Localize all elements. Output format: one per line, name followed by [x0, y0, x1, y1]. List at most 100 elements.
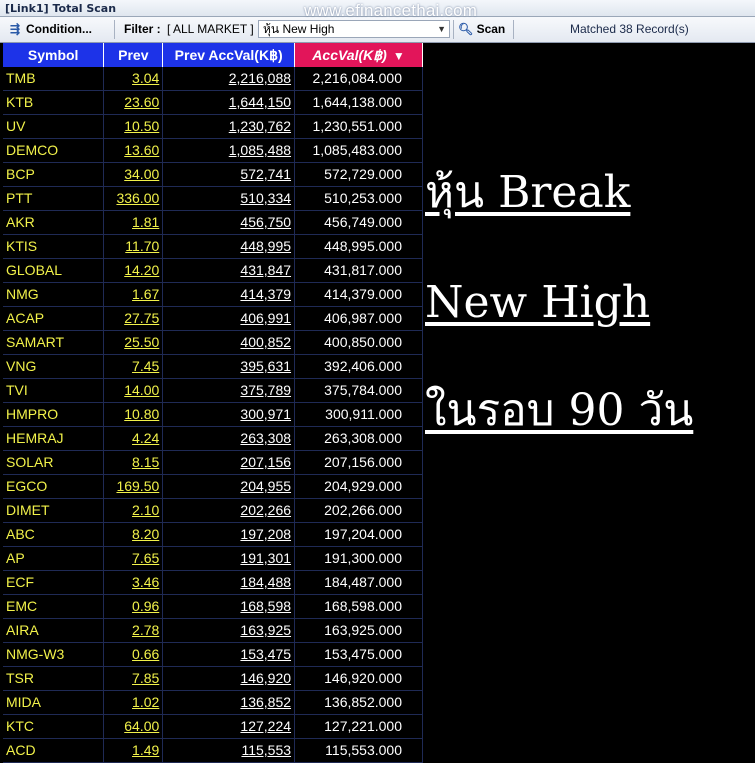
symbol-cell: KTB	[3, 90, 105, 115]
table-row[interactable]: TSR 7.85 146,920 146,920.000	[3, 666, 423, 691]
table-row[interactable]: AIRA 2.78 163,925 163,925.000	[3, 618, 423, 643]
prev-accval-cell[interactable]: 204,955	[162, 474, 296, 499]
prev-cell[interactable]: 1.67	[103, 282, 164, 307]
matched-count: Matched 38 Record(s)	[570, 22, 689, 36]
prev-accval-cell[interactable]: 375,789	[162, 378, 296, 403]
prev-cell[interactable]: 10.50	[103, 114, 164, 139]
prev-accval-cell[interactable]: 127,224	[162, 714, 296, 739]
prev-accval-cell[interactable]: 2,216,088	[162, 67, 296, 91]
scan-button[interactable]: 🔍︎ Scan	[458, 20, 505, 39]
scan-type-combo[interactable]: หุ้น New High ▼	[258, 20, 450, 38]
table-row[interactable]: ABC 8.20 197,208 197,204.000	[3, 522, 423, 547]
table-row[interactable]: ACD 1.49 115,553 115,553.000	[3, 738, 423, 763]
prev-accval-cell[interactable]: 207,156	[162, 450, 296, 475]
prev-cell[interactable]: 11.70	[103, 234, 164, 259]
column-header-prev-accval[interactable]: Prev AccVal(K฿)	[162, 43, 296, 67]
prev-cell[interactable]: 0.96	[103, 594, 164, 619]
prev-accval-cell[interactable]: 146,920	[162, 666, 296, 691]
prev-cell[interactable]: 8.20	[103, 522, 164, 547]
table-row[interactable]: TVI 14.00 375,789 375,784.000	[3, 378, 423, 403]
prev-cell[interactable]: 2.10	[103, 498, 164, 523]
column-header-symbol[interactable]: Symbol	[3, 43, 105, 67]
table-row[interactable]: VNG 7.45 395,631 392,406.000	[3, 354, 423, 379]
prev-accval-cell[interactable]: 168,598	[162, 594, 296, 619]
prev-cell[interactable]: 336.00	[103, 186, 164, 211]
table-row[interactable]: EGCO 169.50 204,955 204,929.000	[3, 474, 423, 499]
prev-accval-cell[interactable]: 431,847	[162, 258, 296, 283]
prev-cell[interactable]: 14.20	[103, 258, 164, 283]
table-row[interactable]: EMC 0.96 168,598 168,598.000	[3, 594, 423, 619]
prev-cell[interactable]: 10.80	[103, 402, 164, 427]
column-header-accval[interactable]: AccVal(K฿) ▼	[294, 43, 423, 67]
prev-cell[interactable]: 169.50	[103, 474, 164, 499]
table-row[interactable]: AKR 1.81 456,750 456,749.000	[3, 210, 423, 235]
prev-accval-cell[interactable]: 1,644,150	[162, 90, 296, 115]
table-row[interactable]: HMPRO 10.80 300,971 300,911.000	[3, 402, 423, 427]
prev-cell[interactable]: 23.60	[103, 90, 164, 115]
table-row[interactable]: ECF 3.46 184,488 184,487.000	[3, 570, 423, 595]
prev-accval-cell[interactable]: 153,475	[162, 642, 296, 667]
prev-cell[interactable]: 8.15	[103, 450, 164, 475]
filter-market-value[interactable]: [ ALL MARKET ]	[167, 20, 254, 39]
condition-button[interactable]: ⇶ Condition...	[10, 20, 92, 39]
prev-accval-cell[interactable]: 184,488	[162, 570, 296, 595]
prev-accval-cell[interactable]: 1,085,488	[162, 138, 296, 163]
prev-accval-cell[interactable]: 448,995	[162, 234, 296, 259]
prev-cell[interactable]: 25.50	[103, 330, 164, 355]
table-row[interactable]: KTB 23.60 1,644,150 1,644,138.000	[3, 90, 423, 115]
prev-cell[interactable]: 3.04	[103, 67, 164, 91]
prev-accval-cell[interactable]: 202,266	[162, 498, 296, 523]
sort-descending-icon: ▼	[392, 48, 405, 63]
table-row[interactable]: KTIS 11.70 448,995 448,995.000	[3, 234, 423, 259]
prev-accval-cell[interactable]: 136,852	[162, 690, 296, 715]
prev-accval-cell[interactable]: 572,741	[162, 162, 296, 187]
prev-accval-cell[interactable]: 191,301	[162, 546, 296, 571]
table-row[interactable]: ACAP 27.75 406,991 406,987.000	[3, 306, 423, 331]
prev-cell[interactable]: 13.60	[103, 138, 164, 163]
table-row[interactable]: DIMET 2.10 202,266 202,266.000	[3, 498, 423, 523]
prev-accval-cell[interactable]: 263,308	[162, 426, 296, 451]
prev-accval-cell[interactable]: 510,334	[162, 186, 296, 211]
table-row[interactable]: AP 7.65 191,301 191,300.000	[3, 546, 423, 571]
table-row[interactable]: KTC 64.00 127,224 127,221.000	[3, 714, 423, 739]
column-header-prev[interactable]: Prev	[103, 43, 164, 67]
table-row[interactable]: TMB 3.04 2,216,088 2,216,084.000	[3, 67, 423, 91]
prev-accval-cell[interactable]: 300,971	[162, 402, 296, 427]
chevron-down-icon[interactable]: ▼	[437, 21, 446, 37]
prev-accval-cell[interactable]: 456,750	[162, 210, 296, 235]
table-row[interactable]: GLOBAL 14.20 431,847 431,817.000	[3, 258, 423, 283]
prev-accval-cell[interactable]: 406,991	[162, 306, 296, 331]
prev-cell[interactable]: 1.02	[103, 690, 164, 715]
prev-cell[interactable]: 0.66	[103, 642, 164, 667]
prev-cell[interactable]: 1.81	[103, 210, 164, 235]
table-row[interactable]: BCP 34.00 572,741 572,729.000	[3, 162, 423, 187]
prev-cell[interactable]: 3.46	[103, 570, 164, 595]
prev-cell[interactable]: 64.00	[103, 714, 164, 739]
table-row[interactable]: SOLAR 8.15 207,156 207,156.000	[3, 450, 423, 475]
table-row[interactable]: PTT 336.00 510,334 510,253.000	[3, 186, 423, 211]
prev-cell[interactable]: 1.49	[103, 738, 164, 763]
prev-cell[interactable]: 7.45	[103, 354, 164, 379]
prev-accval-cell[interactable]: 1,230,762	[162, 114, 296, 139]
prev-cell[interactable]: 7.85	[103, 666, 164, 691]
table-row[interactable]: NMG 1.67 414,379 414,379.000	[3, 282, 423, 307]
prev-cell[interactable]: 14.00	[103, 378, 164, 403]
prev-accval-cell[interactable]: 400,852	[162, 330, 296, 355]
table-row[interactable]: SAMART 25.50 400,852 400,850.000	[3, 330, 423, 355]
prev-accval-cell[interactable]: 395,631	[162, 354, 296, 379]
prev-accval-cell[interactable]: 414,379	[162, 282, 296, 307]
prev-cell[interactable]: 4.24	[103, 426, 164, 451]
prev-cell[interactable]: 27.75	[103, 306, 164, 331]
prev-cell[interactable]: 2.78	[103, 618, 164, 643]
filter-list-icon: ⇶	[10, 22, 21, 36]
table-row[interactable]: HEMRAJ 4.24 263,308 263,308.000	[3, 426, 423, 451]
prev-cell[interactable]: 7.65	[103, 546, 164, 571]
table-row[interactable]: UV 10.50 1,230,762 1,230,551.000	[3, 114, 423, 139]
prev-accval-cell[interactable]: 163,925	[162, 618, 296, 643]
prev-accval-cell[interactable]: 115,553	[162, 738, 296, 763]
table-row[interactable]: MIDA 1.02 136,852 136,852.000	[3, 690, 423, 715]
prev-accval-cell[interactable]: 197,208	[162, 522, 296, 547]
prev-cell[interactable]: 34.00	[103, 162, 164, 187]
table-row[interactable]: NMG-W3 0.66 153,475 153,475.000	[3, 642, 423, 667]
table-row[interactable]: DEMCO 13.60 1,085,488 1,085,483.000	[3, 138, 423, 163]
